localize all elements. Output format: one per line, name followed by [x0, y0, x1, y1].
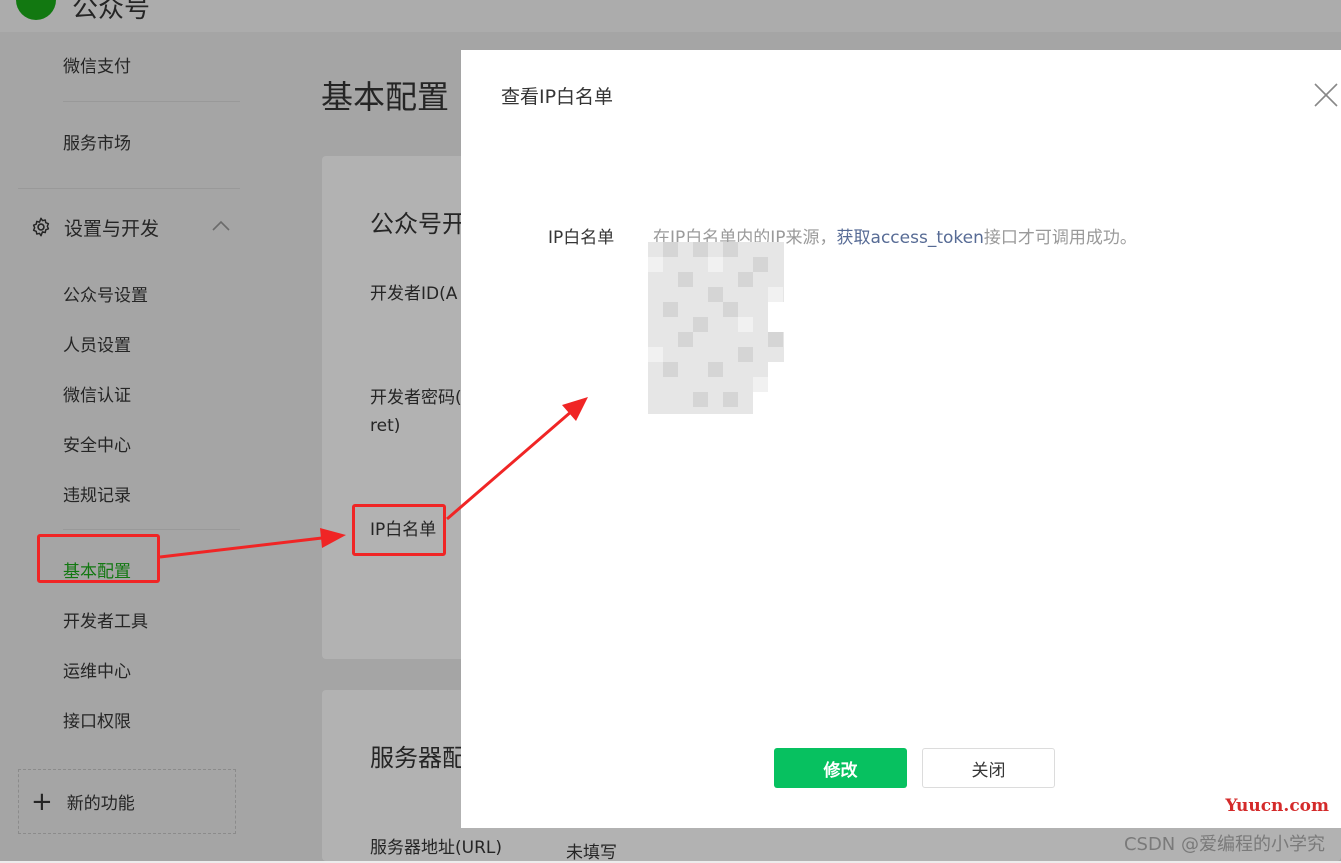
desc-suffix: 接口才可调用成功。 — [983, 228, 1137, 248]
close-icon[interactable] — [1311, 80, 1341, 110]
dialog-title: 查看IP白名单 — [501, 86, 614, 108]
annotation-box-ip-whitelist — [352, 504, 446, 556]
watermark-csdn: CSDN @爱编程的小学究 — [1123, 834, 1325, 855]
blurred-ip-list — [648, 242, 784, 414]
access-token-link[interactable]: 获取access_token — [837, 228, 984, 248]
ip-whitelist-label: IP白名单 — [548, 228, 615, 248]
close-button[interactable]: 关闭 — [922, 748, 1055, 788]
ip-whitelist-dialog: 查看IP白名单 IP白名单 在IP白名单内的IP来源，获取access_toke… — [461, 50, 1341, 828]
watermark-yuucn: Yuucn.com — [1225, 796, 1329, 816]
annotation-box-basic-config — [37, 534, 160, 583]
edit-button[interactable]: 修改 — [774, 748, 907, 788]
